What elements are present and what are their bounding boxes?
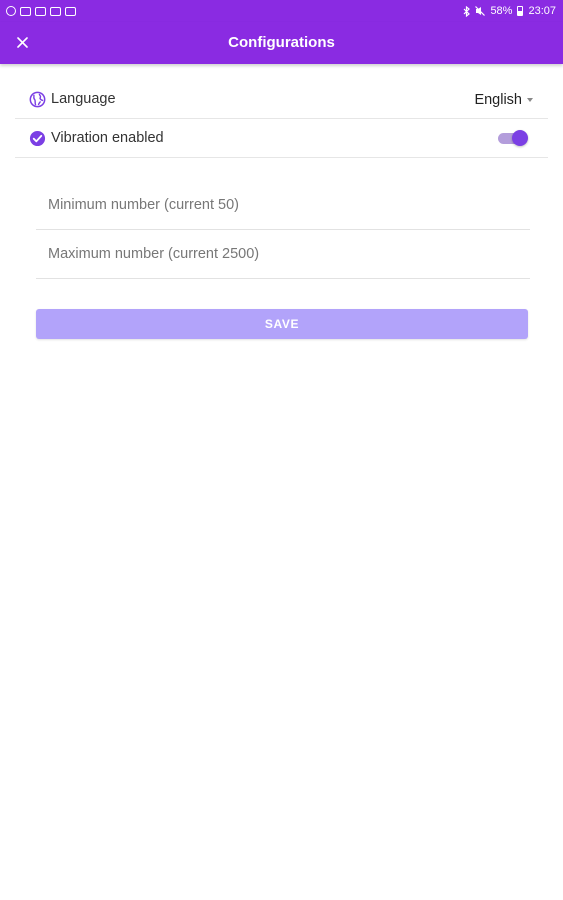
image-notification-icon bbox=[65, 6, 76, 16]
vibration-label: Vibration enabled bbox=[51, 130, 164, 146]
gallery-notification-icon bbox=[50, 6, 61, 16]
battery-percent: 58% bbox=[490, 5, 513, 17]
mute-icon bbox=[475, 6, 486, 16]
clock: 23:07 bbox=[528, 5, 556, 17]
globe-icon bbox=[28, 90, 46, 108]
language-setting-row: Language English bbox=[15, 80, 548, 119]
toggle-thumb bbox=[512, 130, 528, 146]
mail-notification-icon bbox=[35, 6, 46, 16]
check-circle-icon bbox=[28, 129, 46, 147]
system-status: 58% 23:07 bbox=[463, 5, 556, 17]
app-bar: Configurations bbox=[0, 22, 563, 64]
battery-icon bbox=[517, 6, 524, 16]
app-notification-icon bbox=[6, 6, 16, 16]
minimum-number-field bbox=[36, 181, 530, 230]
maximum-number-field bbox=[36, 230, 530, 279]
gallery-notification-icon bbox=[20, 6, 31, 16]
notification-icons bbox=[6, 6, 76, 16]
language-dropdown[interactable]: English bbox=[474, 80, 533, 119]
vibration-setting-row: Vibration enabled bbox=[15, 119, 548, 158]
chevron-down-icon bbox=[527, 98, 533, 102]
maximum-number-input[interactable] bbox=[36, 230, 530, 278]
bluetooth-icon bbox=[464, 5, 471, 17]
language-label: Language bbox=[51, 91, 116, 107]
language-value: English bbox=[474, 91, 522, 108]
vibration-toggle[interactable] bbox=[498, 130, 528, 146]
minimum-number-input[interactable] bbox=[36, 181, 530, 229]
save-button[interactable]: SAVE bbox=[36, 309, 528, 339]
page-title: Configurations bbox=[228, 34, 335, 51]
status-bar: 58% 23:07 bbox=[0, 0, 563, 22]
